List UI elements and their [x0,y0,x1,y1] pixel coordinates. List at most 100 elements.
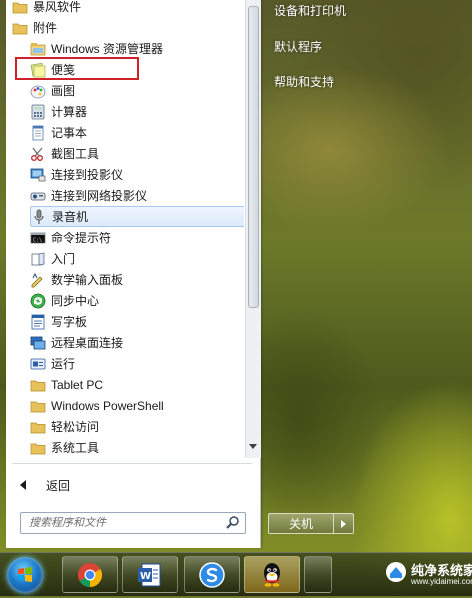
program-folder-system-tools[interactable]: 系统工具 [30,437,244,458]
word-icon: W [138,563,161,586]
program-label: 计算器 [51,105,88,119]
program-connect-projector[interactable]: 连接到投影仪 [30,164,244,185]
folder-icon [30,419,46,435]
network-projector-icon [30,188,46,204]
wordpad-icon [30,314,46,330]
program-label: 数学输入面板 [51,273,124,287]
search-icon[interactable] [224,514,242,532]
highlight-annotation-box [15,57,139,80]
scroll-down-arrow-icon[interactable] [249,444,257,449]
program-folder-powershell[interactable]: Windows PowerShell [30,395,244,416]
program-label: 系统工具 [51,441,100,455]
program-math-input-panel[interactable]: 数学输入面板 [30,269,244,290]
program-folder-accessories[interactable]: 附件 [12,17,244,38]
folder-icon [30,398,46,414]
search-box[interactable] [20,512,246,534]
program-label: 同步中心 [51,294,100,308]
program-label: 画图 [51,84,76,98]
shutdown-button[interactable]: 关机 [268,513,334,534]
program-label: 附件 [33,21,58,35]
program-connect-network-projector[interactable]: 连接到网络投影仪 [30,185,244,206]
program-label: Windows PowerShell [51,398,164,413]
program-command-prompt[interactable]: C:\ 命令提示符 [30,227,244,248]
back-button[interactable]: 返回 [14,474,214,496]
program-folder-baofeng[interactable]: 暴风软件 [12,0,244,17]
folder-icon [12,0,28,15]
programs-scrollbar[interactable] [245,0,261,458]
explorer-icon [30,41,46,57]
program-label: 截图工具 [51,147,100,161]
qq-icon [264,562,280,587]
taskbar-chrome-button[interactable] [62,556,118,593]
program-paint[interactable]: 画图 [30,80,244,101]
program-label: 录音机 [52,210,89,224]
program-label: 运行 [51,357,76,371]
link-devices-and-printers[interactable]: 设备和打印机 [274,2,346,19]
svg-text:W: W [140,571,151,582]
program-folder-ease-of-access[interactable]: 轻松访问 [30,416,244,437]
taskbar-partial-button[interactable] [304,556,332,593]
program-label: 入门 [51,252,76,266]
program-label: Tablet PC [51,377,104,392]
link-default-programs[interactable]: 默认程序 [274,38,322,55]
program-label: 命令提示符 [51,231,112,245]
taskbar-word-button[interactable]: W [122,556,178,593]
cmd-icon: C:\ [30,230,46,246]
program-label: 轻松访问 [51,420,100,434]
shutdown-label: 关机 [288,517,313,531]
remote-desktop-icon [30,335,46,351]
back-label: 返回 [46,478,71,493]
all-programs-list: 暴风软件 附件 Windows 资源管理器 便笺 画图 计算器 记事本 截图工具… [6,0,244,458]
program-label: 记事本 [51,126,88,140]
taskbar-qq-button[interactable] [244,556,300,593]
watermark-url: www.yidaimei.com [411,577,472,586]
folder-open-icon [12,20,28,36]
paint-icon [30,83,46,99]
site-watermark: 纯净系统家园 www.yidaimei.com [385,555,472,595]
shutdown-group: 关机 [268,513,356,534]
program-notepad[interactable]: 记事本 [30,122,244,143]
windows-logo-icon [18,567,32,582]
scrollbar-thumb[interactable] [248,6,259,308]
program-snipping-tool[interactable]: 截图工具 [30,143,244,164]
start-menu-programs-panel: 暴风软件 附件 Windows 资源管理器 便笺 画图 计算器 记事本 截图工具… [6,0,261,548]
program-label: 暴风软件 [33,0,82,14]
watermark-logo-icon [386,562,406,582]
start-button[interactable] [7,557,43,593]
program-label: Windows 资源管理器 [51,42,164,56]
program-label: 写字板 [51,315,88,329]
sync-center-icon [30,293,46,309]
shutdown-options-button[interactable] [334,513,354,534]
chevron-right-icon [341,519,346,528]
chrome-icon [78,562,103,587]
svg-text:C:\: C:\ [33,237,42,243]
program-label: 远程桌面连接 [51,336,124,350]
snipping-tool-icon [30,146,46,162]
run-icon [30,356,46,372]
menu-divider [12,463,252,464]
projector-icon [30,167,46,183]
program-windows-explorer[interactable]: Windows 资源管理器 [30,38,244,59]
program-folder-tablet-pc[interactable]: Tablet PC [30,374,244,395]
program-label: 连接到网络投影仪 [51,189,148,203]
program-remote-desktop[interactable]: 远程桌面连接 [30,332,244,353]
sogou-browser-icon [199,561,225,588]
program-calculator[interactable]: 计算器 [30,101,244,122]
calculator-icon [30,104,46,120]
search-input[interactable] [27,516,224,530]
folder-icon [30,377,46,393]
getting-started-icon [30,251,46,267]
program-run[interactable]: 运行 [30,353,244,374]
program-sound-recorder[interactable]: 录音机 [30,206,244,227]
back-arrow-icon [20,480,26,490]
math-input-icon [30,272,46,288]
microphone-icon [31,209,47,225]
program-sync-center[interactable]: 同步中心 [30,290,244,311]
notepad-icon [30,125,46,141]
program-wordpad[interactable]: 写字板 [30,311,244,332]
program-getting-started[interactable]: 入门 [30,248,244,269]
taskbar-sogou-browser-button[interactable] [184,556,240,593]
program-label: 连接到投影仪 [51,168,124,182]
link-help-and-support[interactable]: 帮助和支持 [274,73,334,90]
folder-icon [30,440,46,456]
